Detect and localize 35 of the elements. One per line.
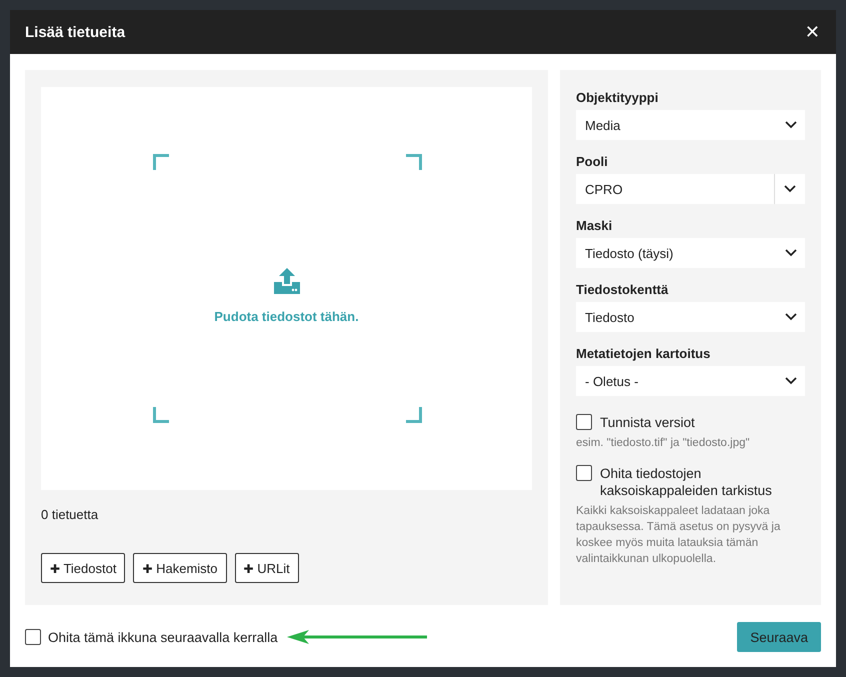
checkbox[interactable] [25,629,41,645]
checkbox-label: Ohita tiedostojen kaksoiskappaleiden tarkistus [600,465,773,499]
checkbox[interactable] [576,465,592,481]
add-button[interactable]: ✚ Hakemisto [133,553,227,583]
next-button[interactable]: Seuraava [737,622,821,652]
chevron-down-icon [785,377,797,385]
checkbox-label: Tunnista versiot [600,414,695,431]
close-button[interactable]: ✕ [804,22,820,42]
add-button[interactable]: ✚ Tiedostot [41,553,126,583]
dropdown[interactable]: Media [576,110,805,140]
corner-mark-icon [406,154,422,170]
hint-text: esim. "tiedosto.tif" ja "tiedosto.jpg" [576,436,751,451]
field-label: Objektityyppi [576,90,660,105]
field-label: Metatietojen kartoitus [576,346,712,361]
dropdown[interactable]: - Oletus - [576,366,805,396]
checkbox-label: Ohita tämä ikkuna seuraavalla kerralla [48,630,278,644]
corner-mark-icon [153,154,169,170]
hint-text: Kaikki kaksoiskappaleet ladataan joka tapauksessa. Tämä asetus on pysyvä ja koskee myös muita latauksia tämän valintaikkunan ulkopuolella. [576,504,782,567]
chevron-down-icon [785,249,797,257]
dropdown[interactable]: Tiedosto [576,302,805,332]
drop-message: Pudota tiedostot tähän. [214,309,359,324]
corner-mark-icon [153,407,169,423]
field-label: Pooli [576,154,609,169]
chevron-down-icon [785,313,797,321]
field-label: Maski [576,218,614,233]
field-label: Tiedostokenttä [576,282,670,297]
record-count: 0 tietuetta [41,507,100,522]
checkbox[interactable] [576,414,592,430]
chevron-down-icon [785,121,797,129]
add-button[interactable]: ✚ URLit [234,553,299,583]
dropdown[interactable]: CPRO [576,174,805,204]
corner-mark-icon [406,407,422,423]
upload-icon [272,267,300,295]
dialog-title: Lisää tietueita [25,24,126,40]
dropdown[interactable]: Tiedosto (täysi) [576,238,805,268]
